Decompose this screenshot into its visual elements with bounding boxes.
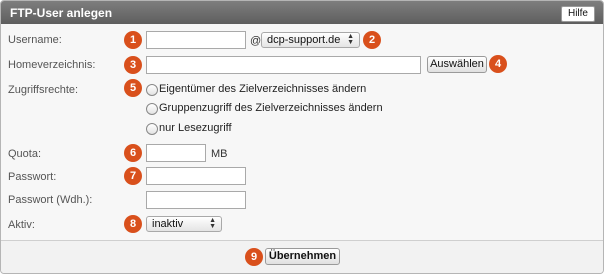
rights-radio-group[interactable] bbox=[146, 103, 158, 115]
badge-1: 1 bbox=[124, 31, 142, 49]
rights-option-readonly: nur Lesezugriff bbox=[159, 122, 232, 134]
username-input[interactable] bbox=[146, 31, 246, 49]
homedir-input[interactable] bbox=[146, 56, 421, 74]
browse-button[interactable]: Auswählen bbox=[427, 56, 487, 73]
password-repeat-label: Passwort (Wdh.): bbox=[8, 194, 93, 206]
quota-input[interactable] bbox=[146, 144, 206, 162]
password-input[interactable] bbox=[146, 167, 246, 185]
active-select-value: inaktiv bbox=[152, 218, 184, 230]
password-label: Passwort: bbox=[8, 171, 57, 183]
badge-5: 5 bbox=[124, 79, 142, 97]
ftp-user-form: FTP-User anlegen Hilfe Username: 1 @ dcp… bbox=[0, 0, 604, 274]
submit-button[interactable]: Übernehmen bbox=[265, 248, 340, 265]
rights-option-group: Gruppenzugriff des Zielverzeichnisses än… bbox=[159, 102, 383, 114]
rights-label: Zugriffsrechte: bbox=[8, 84, 79, 96]
help-button[interactable]: Hilfe bbox=[560, 6, 595, 22]
badge-9: 9 bbox=[245, 248, 263, 266]
active-label: Aktiv: bbox=[8, 219, 35, 231]
username-label: Username: bbox=[8, 34, 62, 46]
title-bar: FTP-User anlegen Hilfe bbox=[1, 1, 603, 24]
badge-3: 3 bbox=[124, 56, 142, 74]
page-title: FTP-User anlegen bbox=[10, 6, 113, 20]
quota-label: Quota: bbox=[8, 148, 42, 160]
form-footer: 9 Übernehmen bbox=[1, 240, 603, 273]
quota-unit: MB bbox=[211, 148, 228, 160]
badge-8: 8 bbox=[124, 215, 142, 233]
badge-2: 2 bbox=[363, 31, 381, 49]
badge-6: 6 bbox=[124, 144, 142, 162]
select-arrows-icon: ▲ ▼ bbox=[209, 217, 216, 230]
homedir-label: Homeverzeichnis: bbox=[8, 59, 96, 71]
select-arrows-icon: ▲ ▼ bbox=[347, 33, 354, 46]
rights-radio-readonly[interactable] bbox=[146, 123, 158, 135]
domain-select[interactable]: dcp-support.de ▲ ▼ bbox=[261, 32, 360, 48]
domain-select-value: dcp-support.de bbox=[267, 34, 341, 46]
badge-7: 7 bbox=[124, 167, 142, 185]
password-repeat-input[interactable] bbox=[146, 191, 246, 209]
at-sign: @ bbox=[250, 35, 262, 47]
rights-radio-owner[interactable] bbox=[146, 84, 158, 96]
rights-option-owner: Eigentümer des Zielverzeichnisses ändern bbox=[159, 83, 367, 95]
active-select[interactable]: inaktiv ▲ ▼ bbox=[146, 216, 222, 232]
badge-4: 4 bbox=[489, 55, 507, 73]
